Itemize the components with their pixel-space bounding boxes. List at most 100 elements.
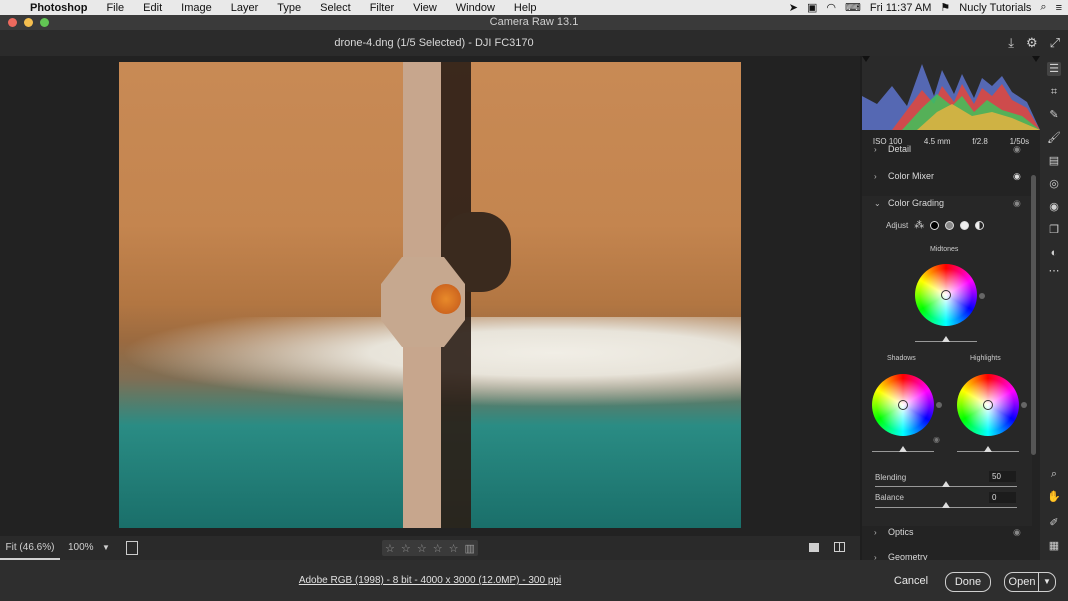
menu-help[interactable]: Help (514, 2, 537, 14)
star-5-icon[interactable]: ☆ (449, 542, 459, 555)
menu-select[interactable]: Select (320, 2, 351, 14)
mac-menubar: Photoshop File Edit Image Layer Type Sel… (0, 0, 1068, 15)
before-after-icon[interactable] (834, 542, 845, 552)
menu-type[interactable]: Type (277, 2, 301, 14)
eye-icon[interactable]: ◉ (1013, 144, 1021, 155)
keyboard-icon[interactable]: ⌨ (845, 1, 861, 14)
zoom-dropdown-icon[interactable]: ▼ (102, 536, 110, 560)
menu-edit[interactable]: Edit (143, 2, 162, 14)
open-dropdown-icon[interactable]: ▼ (1038, 572, 1056, 592)
shadows-luminance-slider[interactable] (872, 446, 934, 452)
menu-app[interactable]: Photoshop (30, 2, 87, 14)
midtones-luminance-dot[interactable] (979, 293, 985, 299)
flag-icon[interactable]: ⚑ (940, 1, 950, 14)
star-4-icon[interactable]: ☆ (433, 542, 443, 555)
slider-thumb[interactable] (942, 481, 950, 487)
midtones-mode-icon[interactable] (945, 221, 955, 230)
workflow-options-link[interactable]: Adobe RGB (1998) - 8 bit - 4000 x 3000 (… (0, 575, 860, 586)
red-eye-icon[interactable]: ◉ (1047, 200, 1061, 214)
section-geometry[interactable]: › Geometry (862, 552, 1032, 560)
slider-thumb[interactable] (942, 336, 950, 342)
control-center-icon[interactable]: ≡ (1056, 2, 1062, 14)
screen-record-icon[interactable]: ▣ (807, 1, 817, 14)
shadows-luminance-dot[interactable] (936, 402, 942, 408)
star-2-icon[interactable]: ☆ (401, 542, 411, 555)
highlights-color-wheel[interactable] (957, 374, 1019, 436)
menu-layer[interactable]: Layer (231, 2, 259, 14)
shadows-mode-icon[interactable] (930, 221, 940, 230)
open-button[interactable]: Open (1004, 572, 1039, 592)
user-name[interactable]: Nucly Tutorials (959, 2, 1031, 14)
section-optics[interactable]: › Optics ◉ (862, 526, 1032, 540)
slider-thumb[interactable] (942, 502, 950, 508)
eye-icon[interactable]: ◉ (1013, 198, 1021, 209)
panel-scrollbar[interactable] (1031, 175, 1036, 455)
shadows-wheel-handle[interactable] (898, 400, 908, 410)
gradient-icon[interactable]: ▤ (1047, 154, 1061, 168)
save-image-icon[interactable]: ⤓ (1008, 35, 1014, 51)
crop-icon[interactable]: ⌗ (1047, 85, 1061, 99)
fullscreen-icon[interactable]: ⤢ (1050, 35, 1060, 51)
radial-icon[interactable]: ◎ (1047, 177, 1061, 191)
zoom-window-icon[interactable] (40, 18, 49, 27)
blending-slider[interactable] (875, 481, 1017, 487)
highlights-luminance-slider[interactable] (957, 446, 1019, 452)
slider-thumb[interactable] (899, 446, 907, 452)
location-icon[interactable]: ➤ (789, 1, 798, 14)
close-window-icon[interactable] (8, 18, 17, 27)
snapshots-icon[interactable]: ❐ (1047, 223, 1061, 237)
highlights-wheel-handle[interactable] (983, 400, 993, 410)
star-1-icon[interactable]: ☆ (385, 542, 395, 555)
grid-icon[interactable]: ▦ (1047, 539, 1061, 553)
eye-icon[interactable]: ◉ (1013, 527, 1021, 538)
photo-preview[interactable] (119, 62, 741, 528)
global-mode-icon[interactable] (975, 221, 985, 230)
wifi-icon[interactable]: ◠ (826, 1, 836, 14)
menu-filter[interactable]: Filter (370, 2, 394, 14)
brush-icon[interactable]: 🖌 (1047, 131, 1061, 145)
spotlight-icon[interactable]: ⌕ (1040, 1, 1046, 14)
eyedropper-icon[interactable]: ✐ (1047, 516, 1061, 530)
highlights-luminance-dot[interactable] (1021, 402, 1027, 408)
star-3-icon[interactable]: ☆ (417, 542, 427, 555)
section-detail[interactable]: › Detail ◉ (862, 144, 1032, 156)
midtones-luminance-slider[interactable] (915, 336, 977, 342)
eye-icon[interactable]: ◉ (1013, 171, 1021, 182)
image-canvas[interactable] (0, 56, 860, 536)
trash-icon[interactable]: ▥ (465, 542, 475, 555)
minimize-window-icon[interactable] (24, 18, 33, 27)
link-eye-icon[interactable]: ◉ (933, 435, 940, 444)
midtones-color-wheel[interactable] (915, 264, 977, 326)
midtones-label: Midtones (930, 246, 959, 253)
healing-icon[interactable]: ✎ (1047, 108, 1061, 122)
menu-view[interactable]: View (413, 2, 437, 14)
zoom-100-button[interactable]: 100% (68, 536, 94, 560)
single-view-icon[interactable] (809, 543, 819, 552)
more-icon[interactable]: ⋯ (1047, 264, 1061, 278)
highlights-mode-icon[interactable] (960, 221, 970, 230)
fit-zoom-button[interactable]: Fit (46.6%) (0, 536, 60, 560)
menu-window[interactable]: Window (456, 2, 495, 14)
done-button[interactable]: Done (945, 572, 991, 592)
three-way-icon[interactable]: ⁂ (914, 220, 924, 231)
presets-icon[interactable]: ◐ (1047, 246, 1061, 260)
zoom-icon[interactable]: ⌕ (1047, 467, 1061, 481)
filmstrip-toggle-icon[interactable] (126, 541, 138, 555)
cancel-button[interactable]: Cancel (892, 572, 930, 590)
clock[interactable]: Fri 11:37 AM (870, 2, 932, 14)
balance-slider[interactable] (875, 502, 1017, 508)
menu-image[interactable]: Image (181, 2, 212, 14)
midtones-wheel-handle[interactable] (941, 290, 951, 300)
shadows-color-wheel[interactable] (872, 374, 934, 436)
blending-value[interactable]: 50 (989, 471, 1016, 482)
section-color-mixer[interactable]: › Color Mixer ◉ (862, 170, 1032, 184)
section-color-grading[interactable]: ⌄ Color Grading ◉ (862, 197, 1032, 211)
menu-file[interactable]: File (106, 2, 124, 14)
balance-value[interactable]: 0 (989, 492, 1016, 503)
slider-thumb[interactable] (984, 446, 992, 452)
settings-gear-icon[interactable]: ⚙ (1026, 35, 1038, 51)
hand-icon[interactable]: ✋ (1047, 490, 1061, 504)
star-rating[interactable]: ☆ ☆ ☆ ☆ ☆ ▥ (382, 540, 478, 556)
blending-label: Blending (875, 473, 907, 482)
edit-sliders-icon[interactable]: ☰ (1047, 62, 1061, 76)
